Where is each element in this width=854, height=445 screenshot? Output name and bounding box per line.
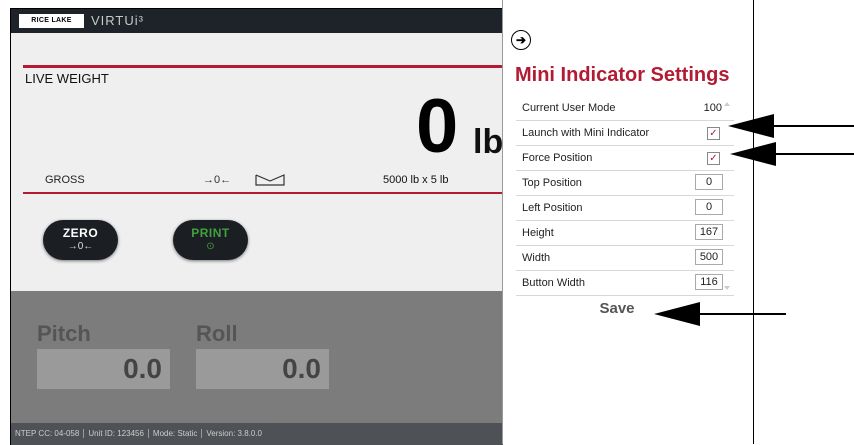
- top-position-input[interactable]: 0: [695, 174, 723, 190]
- button-width-input[interactable]: 116: [695, 274, 723, 290]
- center-of-zero-indicator: →0←: [203, 174, 232, 186]
- divider: [23, 192, 503, 194]
- mini-indicator-settings-panel: ➔ Mini Indicator Settings Current User M…: [502, 0, 754, 444]
- setting-label: Left Position: [522, 202, 583, 214]
- pitch-label: Pitch: [37, 321, 91, 346]
- gross-label: GROSS: [45, 174, 85, 186]
- top-bar: RICE LAKE VIRTUi³: [11, 9, 503, 33]
- pitch-value: 0.0: [123, 353, 162, 384]
- zero-button[interactable]: ZERO →0←: [43, 220, 118, 260]
- setting-label: Force Position: [522, 152, 593, 164]
- status-row: GROSS →0← 5000 lb x 5 lb: [23, 169, 503, 191]
- force-position-checkbox[interactable]: ✓: [707, 152, 720, 165]
- setting-height: Height 167: [516, 221, 734, 246]
- settings-list: Current User Mode 100 Launch with Mini I…: [516, 96, 734, 296]
- setting-value: 100: [703, 102, 722, 114]
- capacity-label: 5000 lb x 5 lb: [383, 174, 449, 186]
- tilt-section: Pitch Roll 0.0 0.0: [11, 291, 503, 431]
- standstill-icon: [255, 174, 285, 186]
- roll-display: 0.0: [196, 349, 329, 389]
- weight-unit: lb: [473, 123, 503, 161]
- setting-launch-with-mini-indicator: Launch with Mini Indicator ✓: [516, 121, 734, 146]
- callout-arrow-icon: [730, 142, 854, 166]
- launch-checkbox[interactable]: ✓: [707, 127, 720, 140]
- main-app: RICE LAKE VIRTUi³ LIVE WEIGHT 0 lb GROSS…: [10, 8, 503, 445]
- height-input[interactable]: 167: [695, 224, 723, 240]
- width-input[interactable]: 500: [695, 249, 723, 265]
- setting-left-position: Left Position 0: [516, 196, 734, 221]
- rice-lake-logo: RICE LAKE: [19, 14, 84, 28]
- left-position-input[interactable]: 0: [695, 199, 723, 215]
- print-button-label: PRINT: [191, 226, 230, 240]
- setting-label: Height: [522, 227, 554, 239]
- setting-top-position: Top Position 0: [516, 171, 734, 196]
- setting-force-position: Force Position ✓: [516, 146, 734, 171]
- divider: [23, 65, 503, 68]
- print-button[interactable]: PRINT ⊙: [173, 220, 248, 260]
- footer-ntep: NTEP CC: 04-058: [11, 429, 85, 438]
- setting-label: Current User Mode: [522, 102, 616, 114]
- zero-button-label: ZERO: [62, 226, 99, 240]
- print-icon: ⊙: [206, 241, 215, 252]
- live-weight-label: LIVE WEIGHT: [25, 71, 109, 86]
- pitch-display: 0.0: [37, 349, 170, 389]
- footer-version: Version: 3.8.0.0: [206, 429, 262, 438]
- setting-width: Width 500: [516, 246, 734, 271]
- setting-label: Button Width: [522, 277, 585, 289]
- setting-button-width: Button Width 116: [516, 271, 734, 296]
- setting-label: Launch with Mini Indicator: [522, 127, 650, 139]
- arrow-right-icon[interactable]: ➔: [511, 30, 531, 50]
- callout-arrow-icon: [728, 114, 854, 138]
- footer-mode: Mode: Static: [149, 429, 203, 438]
- setting-label: Width: [522, 252, 551, 264]
- brand-name: VIRTUi³: [91, 13, 144, 28]
- panel-title: Mini Indicator Settings: [515, 64, 730, 86]
- setting-label: Top Position: [522, 177, 582, 189]
- roll-label: Roll: [196, 321, 238, 346]
- callout-arrow-icon: [654, 302, 786, 326]
- weight-value: 0: [416, 84, 459, 169]
- footer-unit-id: Unit ID: 123456: [84, 429, 149, 438]
- setting-current-user-mode: Current User Mode 100: [516, 96, 734, 121]
- roll-value: 0.0: [282, 353, 321, 384]
- zero-icon: →0←: [67, 241, 94, 252]
- status-footer: NTEP CC: 04-058 Unit ID: 123456 Mode: Stat…: [11, 423, 503, 445]
